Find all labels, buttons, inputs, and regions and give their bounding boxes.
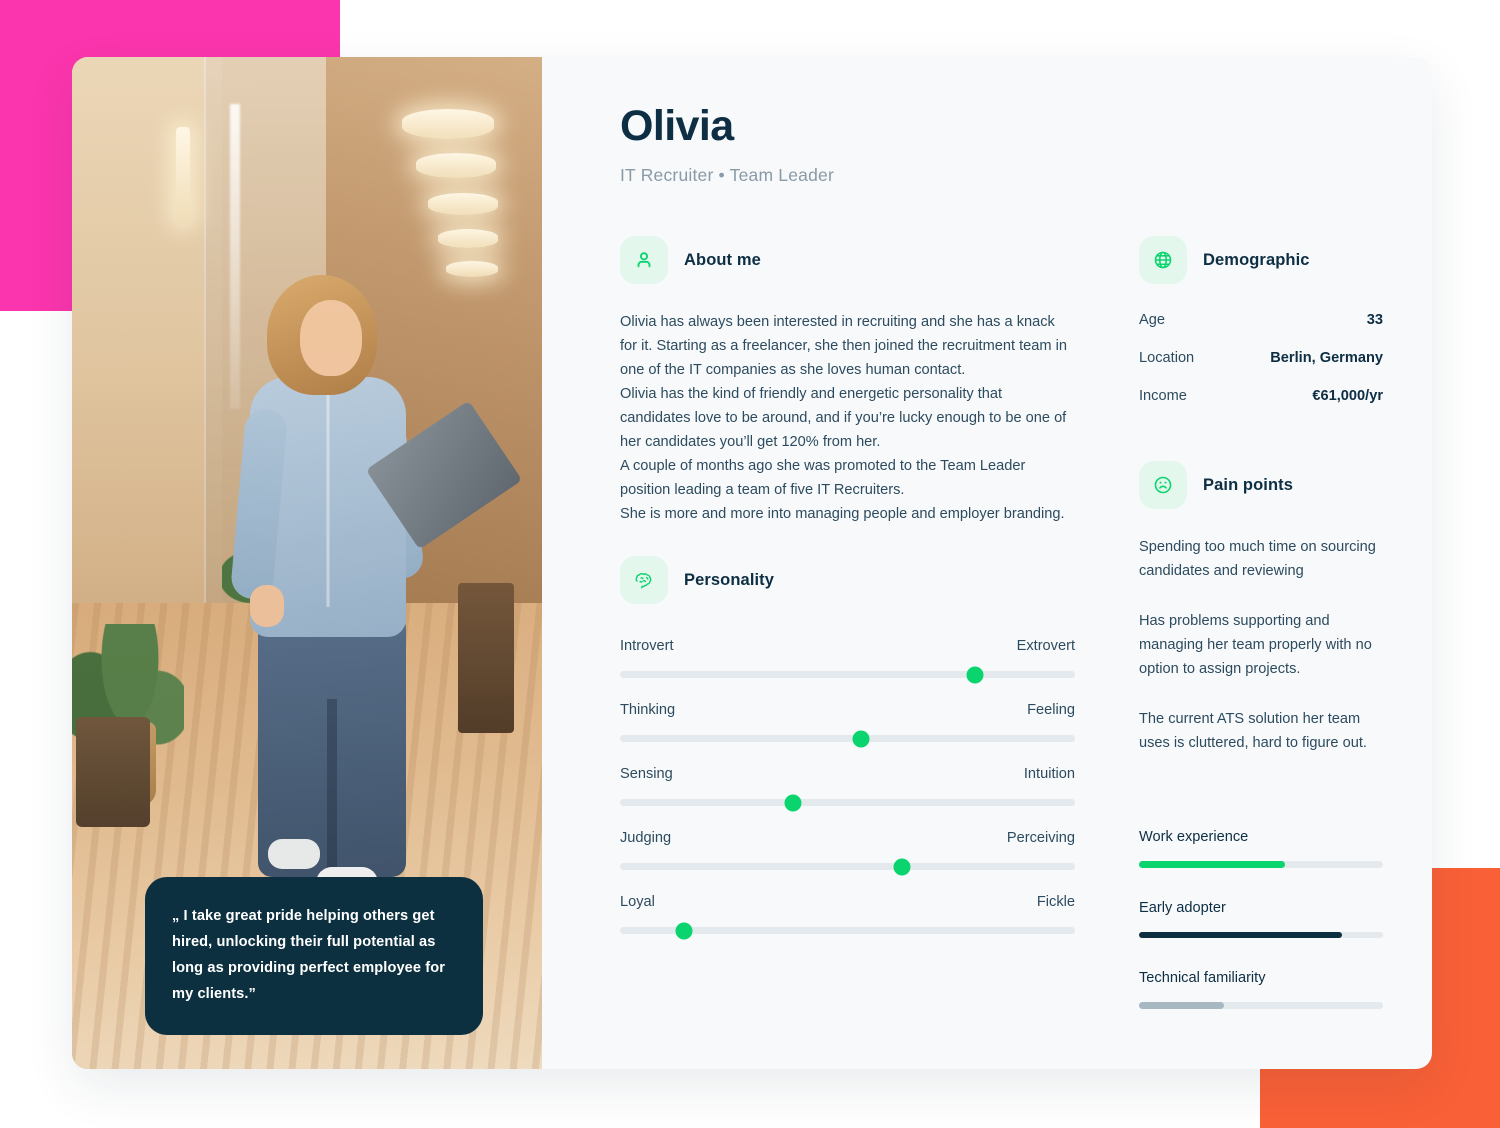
slider-right-label: Perceiving [1006, 830, 1075, 846]
demographic-value: €61,000/yr [1312, 388, 1383, 404]
slider-track[interactable] [620, 794, 1075, 811]
demographic-value: 33 [1366, 312, 1383, 328]
skill-label: Early adopter [1139, 900, 1226, 916]
slider-track[interactable] [620, 858, 1075, 875]
globe-icon [1139, 236, 1187, 284]
pain-points-list: Spending too much time on sourcing candi… [1139, 535, 1383, 755]
skill-label: Work experience [1139, 829, 1249, 845]
slider-track[interactable] [620, 666, 1075, 683]
slider-knob[interactable] [893, 858, 911, 875]
skill-label: Technical familiarity [1139, 970, 1266, 986]
about-me-title: About me [684, 250, 761, 269]
slider-track[interactable] [620, 922, 1075, 939]
slider-left-label: Thinking [620, 702, 676, 718]
slider-left-label: Sensing [620, 766, 673, 782]
persona-card: „ I take great pride helping others get … [72, 57, 1432, 1069]
about-paragraph: A couple of months ago she was promoted … [620, 458, 1026, 498]
page-title: Olivia [620, 102, 734, 150]
slider-row: Judging Perceiving [620, 830, 1075, 875]
personality-section: Personality Introvert Extrovert Thinking… [620, 556, 1075, 939]
demographic-title: Demographic [1203, 250, 1310, 269]
personality-sliders: Introvert Extrovert Thinking Feeling Sen… [620, 638, 1075, 939]
demographic-label: Location [1139, 350, 1195, 366]
slider-knob[interactable] [784, 794, 802, 811]
skill-fill [1139, 861, 1286, 868]
persona-quote-card: „ I take great pride helping others get … [145, 877, 483, 1035]
person-icon [620, 236, 668, 284]
brain-icon [620, 556, 668, 604]
skill-track [1139, 861, 1383, 868]
skill-fill [1139, 932, 1342, 938]
pain-point-item: The current ATS solution her team uses i… [1139, 711, 1367, 751]
slider-left-label: Introvert [620, 638, 674, 654]
skill-row: Early adopter [1139, 900, 1383, 938]
main-column: About me Olivia has always been interest… [620, 236, 1075, 1009]
slider-right-label: Intuition [1023, 766, 1075, 782]
persona-role: IT Recruiter • Team Leader [620, 165, 834, 185]
about-paragraph: Olivia has always been interested in rec… [620, 314, 1067, 378]
demographic-row: Age 33 [1139, 312, 1383, 328]
skill-row: Work experience [1139, 829, 1383, 868]
personality-title: Personality [684, 570, 775, 589]
side-column: Demographic Age 33 Location Berlin, Germ… [1139, 236, 1383, 1009]
slider-row: Sensing Intuition [620, 766, 1075, 811]
about-paragraph: She is more and more into managing peopl… [620, 506, 1065, 522]
demographic-list: Age 33 Location Berlin, Germany Income €… [1139, 312, 1383, 404]
slider-knob[interactable] [852, 730, 870, 747]
pain-points-header: Pain points [1139, 461, 1383, 509]
pain-point-item: Spending too much time on sourcing candi… [1139, 539, 1376, 579]
demographic-row: Income €61,000/yr [1139, 388, 1383, 404]
skill-fill [1139, 1002, 1225, 1009]
slider-left-label: Judging [620, 830, 672, 846]
slider-row: Introvert Extrovert [620, 638, 1075, 683]
slider-row: Loyal Fickle [620, 894, 1075, 939]
demographic-row: Location Berlin, Germany [1139, 350, 1383, 366]
personality-header: Personality [620, 556, 1075, 604]
pain-point-item: Has problems supporting and managing her… [1139, 613, 1372, 677]
skill-track [1139, 932, 1383, 938]
demographic-value: Berlin, Germany [1270, 350, 1383, 366]
slider-right-label: Extrovert [1016, 638, 1075, 654]
pain-points-title: Pain points [1203, 475, 1294, 494]
slider-knob[interactable] [966, 666, 984, 683]
demographic-label: Age [1139, 312, 1165, 328]
about-me-body: Olivia has always been interested in rec… [620, 310, 1075, 526]
skill-bars: Work experience Early adopter Technical … [1139, 829, 1383, 1009]
slider-right-label: Feeling [1027, 702, 1075, 718]
demographic-header: Demographic [1139, 236, 1383, 284]
skill-row: Technical familiarity [1139, 970, 1383, 1009]
sad-face-icon [1139, 461, 1187, 509]
slider-track[interactable] [620, 730, 1075, 747]
persona-content: Olivia IT Recruiter • Team Leader About … [542, 57, 1432, 1069]
about-me-header: About me [620, 236, 1075, 284]
slider-row: Thinking Feeling [620, 702, 1075, 747]
slider-knob[interactable] [675, 922, 693, 939]
slider-right-label: Fickle [1036, 894, 1075, 910]
quote-text: „ I take great pride helping others get … [172, 908, 446, 1002]
skill-track [1139, 1002, 1383, 1009]
about-paragraph: Olivia has the kind of friendly and ener… [620, 386, 1067, 450]
demographic-label: Income [1139, 388, 1187, 404]
slider-left-label: Loyal [620, 894, 655, 910]
